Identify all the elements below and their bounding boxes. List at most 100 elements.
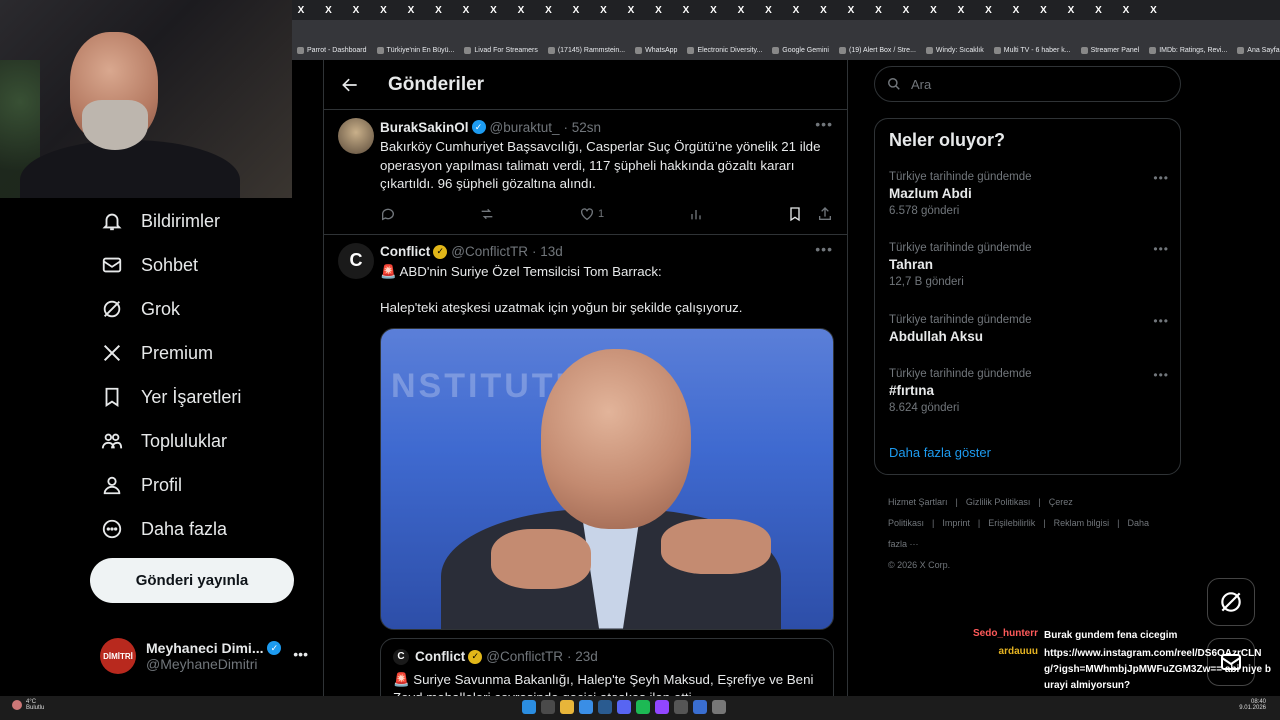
tweet-time[interactable]: · 13d [532,244,563,259]
back-arrow-icon[interactable] [340,75,360,95]
folder-icon[interactable] [560,700,574,714]
browser-tab[interactable]: X [457,0,475,20]
bookmark-item[interactable]: Multi TV - 6 haber k... [989,46,1076,54]
bookmark-item[interactable]: Türkiye'nin En Büyü... [372,46,460,54]
bookmark-item[interactable]: WhatsApp [630,46,682,54]
tweet-author-name[interactable]: Conflict [380,244,430,259]
nav-item-notifications[interactable]: Bildirimler [100,203,220,239]
nav-item-communities[interactable]: Topluluklar [100,423,227,459]
bookmark-item[interactable]: Streamer Panel [1076,46,1145,54]
trend-item[interactable]: Türkiye tarihinde gündemde Abdullah Aksu… [889,314,1169,344]
browser-tab[interactable]: X [980,0,998,20]
browser-tab[interactable]: X [787,0,805,20]
browser-tab[interactable]: X [1062,0,1080,20]
nav-item-grok[interactable]: Grok [100,291,180,327]
browser-tab[interactable]: X [732,0,750,20]
browser-tab[interactable]: X [760,0,778,20]
browser-tab[interactable]: X [815,0,833,20]
conflict-logo-avatar[interactable]: C [338,242,374,279]
clock[interactable]: 08:40 9.01.2026 [1239,699,1266,711]
bookmark-item[interactable]: Google Gemini [767,46,834,54]
browser-tab[interactable]: X [540,0,558,20]
browser-tab[interactable]: X [402,0,420,20]
browser-tab[interactable]: X [925,0,943,20]
show-more-link[interactable]: Daha fazla göster [889,445,991,460]
bookmark-item[interactable]: Windy: Sıcaklık [921,46,989,54]
footer-link[interactable]: © 2026 X Corp. [888,560,950,570]
tweet[interactable]: BurakSakinOl ✓ @buraktut_ · 52sn ••• Bak… [324,110,847,235]
tweet-time[interactable]: · 52sn [564,120,602,135]
nav-item-bookmarks[interactable]: Yer İşaretleri [100,379,241,415]
trend-item[interactable]: Türkiye tarihinde gündemde Tahran 12,7 B… [889,242,1169,288]
app-icon[interactable] [674,700,688,714]
spotify-icon[interactable] [636,700,650,714]
search-box[interactable] [874,66,1181,102]
more-dots-icon[interactable]: ••• [293,646,308,662]
post-button[interactable]: Gönderi yayınla [90,558,294,603]
start-icon[interactable] [522,700,536,714]
twitch-icon[interactable] [655,700,669,714]
footer-link[interactable]: Imprint [942,518,970,528]
browser-tab[interactable]: X [705,0,723,20]
search-input[interactable] [911,76,1161,92]
browser-tab[interactable]: X [842,0,860,20]
browser-tab[interactable]: X [320,0,338,20]
reply-icon[interactable] [380,206,396,222]
discord-icon[interactable] [617,700,631,714]
trend-more-icon[interactable]: ••• [1153,314,1169,328]
trend-item[interactable]: Türkiye tarihinde gündemde Mazlum Abdi 6… [889,171,1169,217]
bookmark-item[interactable]: IMDb: Ratings, Revi... [1144,46,1232,54]
address-bar[interactable] [292,20,1280,40]
browser-tab[interactable]: X [430,0,448,20]
browser-tab[interactable]: X [1117,0,1135,20]
bookmark-icon[interactable] [787,206,803,222]
browser-tab[interactable]: X [1090,0,1108,20]
nav-item-premium[interactable]: Premium [100,335,213,371]
browser-tab[interactable]: X [952,0,970,20]
footer-link[interactable]: Hizmet Şartları [888,497,948,507]
steam-icon[interactable] [598,700,612,714]
account-switcher[interactable]: DİMİTRİ Meyhaneci Dimi... ✓ @MeyhaneDimi… [100,636,310,676]
app-icon[interactable] [693,700,707,714]
footer-link[interactable]: Reklam bilgisi [1054,518,1110,528]
trend-more-icon[interactable]: ••• [1153,368,1169,382]
grok-fab[interactable] [1207,578,1255,626]
tweet-more-icon[interactable]: ••• [815,116,833,132]
browser-tab[interactable]: X [1035,0,1053,20]
bookmark-item[interactable]: (17145) Rammstein... [543,46,630,54]
footer-link[interactable]: Gizlilik Politikası [966,497,1031,507]
browser-tab[interactable]: X [1145,0,1163,20]
bookmark-item[interactable]: Livad For Streamers [459,46,542,54]
tweet-more-icon[interactable]: ••• [815,241,833,257]
browser-tab[interactable]: X [292,0,310,20]
browser-tab[interactable]: X [870,0,888,20]
edge-icon[interactable] [579,700,593,714]
browser-tab[interactable]: X [375,0,393,20]
retweet-icon[interactable] [479,206,495,222]
quoted-tweet[interactable]: C Conflict ✓ @ConflictTR · 23d 🚨 Suriye … [380,637,834,696]
bookmark-item[interactable]: Electronic Diversity... [682,46,767,54]
browser-tab[interactable]: X [567,0,585,20]
browser-tab[interactable]: X [677,0,695,20]
trend-more-icon[interactable]: ••• [1153,171,1169,185]
tweet-avatar[interactable] [338,118,374,154]
nav-item-more[interactable]: Daha fazla [100,511,227,547]
nav-item-chat[interactable]: Sohbet [100,247,198,283]
footer-link[interactable]: Erişilebilirlik [988,518,1035,528]
bookmark-item[interactable]: (19) Alert Box / Stre... [834,46,921,54]
tweet-author-name[interactable]: BurakSakinOl [380,120,469,135]
views-icon[interactable] [688,206,704,222]
weather-widget[interactable]: 4°C Bulutlu [12,699,44,711]
browser-tab[interactable]: X [1007,0,1025,20]
browser-tab[interactable]: X [512,0,530,20]
browser-tab[interactable]: X [897,0,915,20]
share-icon[interactable] [817,206,833,222]
trend-item[interactable]: Türkiye tarihinde gündemde #fırtına 8.62… [889,368,1169,414]
tweet-handle[interactable]: @ConflictTR [451,244,528,259]
bookmark-item[interactable]: Parrot - Dashboard [292,46,372,54]
browser-tab[interactable]: X [650,0,668,20]
browser-tab[interactable]: X [485,0,503,20]
tweet-handle[interactable]: @buraktut_ [490,120,560,135]
app-icon[interactable] [712,700,726,714]
tweet-image[interactable]: NSTITUTE [380,327,834,630]
